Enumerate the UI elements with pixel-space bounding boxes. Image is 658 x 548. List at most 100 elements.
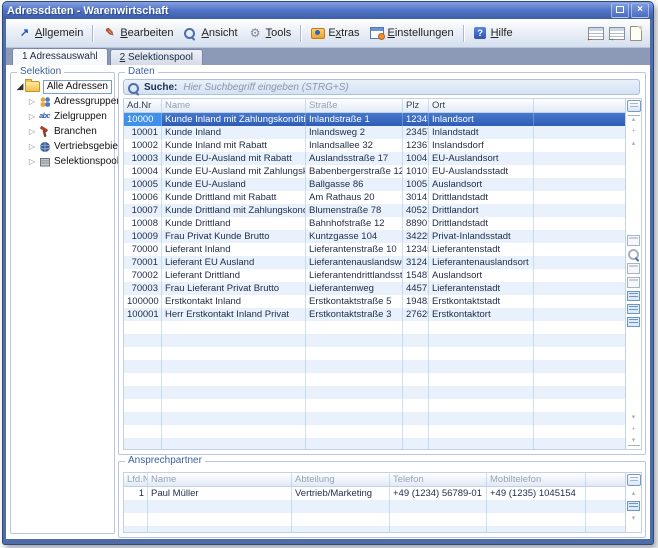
scroll-down-icon[interactable]: ▾ [628, 413, 640, 422]
new-document-icon[interactable] [630, 26, 642, 41]
column-header-ort[interactable]: Ort [429, 99, 534, 112]
tree-node-branchen[interactable]: ▷ Branchen [27, 124, 112, 139]
menu-tools[interactable]: ⚙ Tools [243, 24, 297, 42]
empty-row[interactable] [124, 438, 625, 449]
table-row[interactable]: 100001Herr Erstkontakt Inland PrivatErst… [124, 308, 625, 321]
titlebar[interactable]: Adressdaten - Warenwirtschaft × [3, 2, 653, 19]
empty-row[interactable] [124, 526, 625, 532]
card-view-icon[interactable] [627, 235, 640, 246]
add-row-icon[interactable]: + [628, 425, 640, 434]
tree-node-adressgruppen[interactable]: ▷ Adressgruppen [27, 94, 112, 109]
column-header-adnr[interactable]: Ad.Nr▼ [124, 99, 162, 112]
scroll-up-icon[interactable]: ▴ [628, 139, 640, 148]
table-row[interactable]: 10007Kunde Drittland mit Zahlungskonditi… [124, 204, 625, 217]
expander-closed-icon[interactable]: ▷ [27, 157, 37, 166]
column-header-plz[interactable]: Plz [403, 99, 429, 112]
table-row[interactable]: 70001Lieferant EU AuslandLieferantenausl… [124, 256, 625, 269]
cell: Lieferant Drittland [162, 269, 306, 282]
menu-bearbeiten[interactable]: ✎ Bearbeiten [97, 24, 178, 42]
empty-row[interactable] [124, 347, 625, 360]
scroll-to-bottom-icon[interactable]: ▾ [628, 437, 640, 446]
cell: Vertrieb/Marketing [292, 487, 390, 500]
table-row[interactable]: 10001Kunde InlandInlandsweg 223457Inland… [124, 126, 625, 139]
table-row[interactable]: 1Paul MüllerVertrieb/Marketing+49 (1234)… [124, 487, 625, 500]
empty-row[interactable] [124, 500, 625, 513]
table-row[interactable]: 10008Kunde DrittlandBahnhofstraße 128890… [124, 217, 625, 230]
column-header-name[interactable]: Name [148, 473, 292, 486]
list-view-icon[interactable] [627, 291, 640, 301]
tree-node-vertriebsgebiete[interactable]: ▷ Vertriebsgebiete [27, 139, 112, 154]
empty-row[interactable] [124, 386, 625, 399]
column-header-lfdnr[interactable]: Lfd.Nr. [124, 473, 148, 486]
empty-row[interactable] [124, 412, 625, 425]
empty-row[interactable] [124, 399, 625, 412]
menu-ansicht[interactable]: Ansicht [179, 24, 243, 42]
toolbox-icon [310, 26, 325, 40]
expander-closed-icon[interactable]: ▷ [27, 127, 37, 136]
empty-row[interactable] [124, 334, 625, 347]
folder-icon [25, 81, 40, 92]
empty-row[interactable] [124, 373, 625, 386]
print-icon[interactable] [627, 277, 640, 288]
edit-pencil-icon: ✎ [102, 26, 117, 40]
cell: Auslandsstraße 17 [306, 152, 403, 165]
column-chooser-icon[interactable] [627, 100, 641, 112]
expander-closed-icon[interactable]: ▷ [27, 112, 37, 121]
table-row[interactable]: 70000Lieferant InlandLieferantenstraße 1… [124, 243, 625, 256]
empty-row[interactable] [124, 321, 625, 334]
column-header-name[interactable]: Name [162, 99, 306, 112]
contact-grid-toolcolumn: ▴ ▾ [625, 472, 642, 533]
scroll-down-icon[interactable]: ▾ [628, 514, 640, 523]
scroll-up-icon[interactable]: ▴ [628, 489, 640, 498]
menu-extras[interactable]: Extras [305, 24, 364, 42]
table-row[interactable]: 70002Lieferant DrittlandLieferantendritt… [124, 269, 625, 282]
cell: Frau Lieferant Privat Brutto [162, 282, 306, 295]
cell [487, 513, 586, 526]
expander-closed-icon[interactable]: ▷ [27, 142, 37, 151]
tree-node-selektionspools[interactable]: ▷ Selektionspools [27, 154, 112, 169]
table-row[interactable]: 10009Frau Privat Kunde BruttoKuntzgasse … [124, 230, 625, 243]
table-row[interactable]: 100000Erstkontakt InlandErstkontaktstraß… [124, 295, 625, 308]
add-row-icon[interactable]: + [628, 127, 640, 136]
table-row[interactable]: 10004Kunde EU-Ausland mit Zahlungskondti… [124, 165, 625, 178]
table-row[interactable]: 10006Kunde Drittland mit RabattAm Rathau… [124, 191, 625, 204]
import-table-icon[interactable]: → [609, 27, 625, 40]
empty-row[interactable] [124, 425, 625, 438]
empty-row[interactable] [124, 360, 625, 373]
table-row[interactable]: 10002Kunde Inland mit RabattInlandsallee… [124, 139, 625, 152]
cell: Bahnhofstraße 12 [306, 217, 403, 230]
column-chooser-icon[interactable] [627, 474, 641, 486]
list-view-icon[interactable] [627, 317, 640, 327]
table-row[interactable]: 10005Kunde EU-AuslandBallgasse 861005Aus… [124, 178, 625, 191]
column-header-telefon[interactable]: Telefon [390, 473, 487, 486]
close-button[interactable]: × [631, 3, 649, 18]
empty-row[interactable] [124, 513, 625, 526]
export-table-icon[interactable]: ← [588, 27, 604, 40]
column-header-abteilung[interactable]: Abteilung [292, 473, 390, 486]
column-header-strasse[interactable]: Straße [306, 99, 403, 112]
tree-node-alle-adressen[interactable]: ◢ Alle Adressen [15, 79, 112, 94]
menu-einstellungen[interactable]: Einstellungen [365, 24, 459, 42]
search-input[interactable] [181, 81, 635, 94]
tab-adressauswahl[interactable]: 1 Adressauswahl [12, 48, 108, 65]
restore-button[interactable] [611, 3, 629, 18]
tree-node-zielgruppen[interactable]: ▷ abc Zielgruppen [27, 109, 112, 124]
menu-allgemein[interactable]: ↗ Allgemein [12, 24, 88, 42]
scroll-to-top-icon[interactable]: ▴ [628, 115, 640, 124]
expander-open-icon[interactable]: ◢ [15, 81, 25, 92]
expander-closed-icon[interactable]: ▷ [27, 97, 37, 106]
table-row[interactable]: 70003Frau Lieferant Privat BruttoLiefera… [124, 282, 625, 295]
list-view-icon[interactable] [627, 501, 640, 511]
grid-search-icon[interactable] [628, 249, 639, 260]
tree-root-label[interactable]: Alle Adressen [43, 80, 112, 94]
menu-hilfe[interactable]: ? Hilfe [468, 24, 518, 42]
table-row[interactable]: 10003Kunde EU-Ausland mit RabattAuslands… [124, 152, 625, 165]
cell: Kunde Drittland [162, 217, 306, 230]
cell: Inlandsweg 2 [306, 126, 403, 139]
list-view-icon[interactable] [627, 304, 640, 314]
table-row[interactable]: 10000Kunde Inland mit Zahlungskondition … [124, 113, 625, 126]
tab-selektionspool[interactable]: 2 Selektionspool [110, 49, 203, 65]
column-header-mobiltelefon[interactable]: Mobiltelefon [487, 473, 586, 486]
filter-icon[interactable] [627, 263, 640, 274]
cell [162, 399, 306, 412]
